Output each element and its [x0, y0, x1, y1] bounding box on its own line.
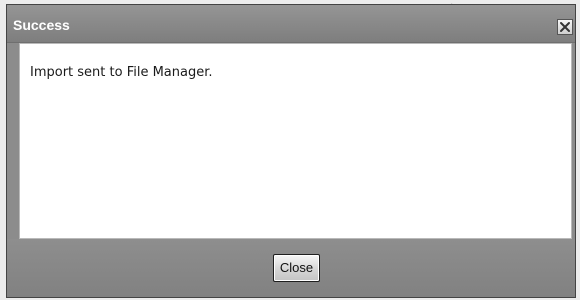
- dialog-message: Import sent to File Manager.: [30, 65, 213, 80]
- close-icon[interactable]: [557, 19, 573, 35]
- close-button[interactable]: Close: [273, 254, 320, 282]
- dialog-titlebar[interactable]: Success: [7, 5, 575, 43]
- dialog-title: Success: [13, 17, 70, 33]
- dialog-button-bar: Close: [7, 239, 575, 297]
- success-dialog: Success Import sent to File Manager. Clo…: [6, 4, 576, 298]
- dialog-body: Import sent to File Manager.: [19, 43, 572, 239]
